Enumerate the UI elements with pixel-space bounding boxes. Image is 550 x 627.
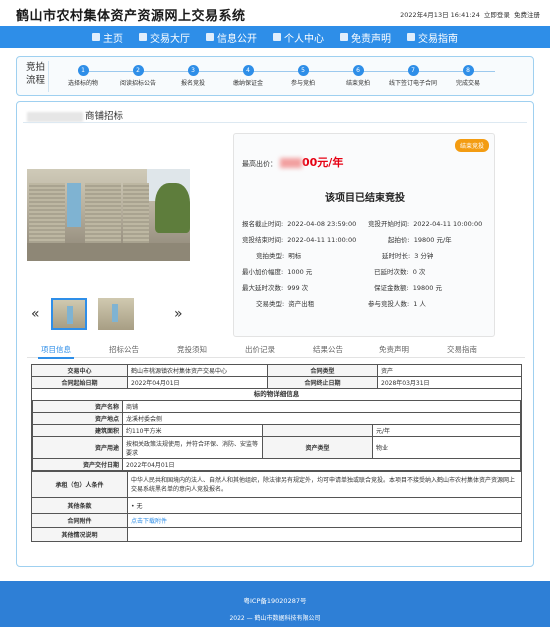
copyright: 2022 — 鹤山市数据科技有限公司 <box>229 615 321 622</box>
nav-item-guide[interactable]: 交易指南 <box>407 30 458 45</box>
detail-item: 交易类型: 资产出租 <box>256 300 315 308</box>
redacted-name <box>27 111 83 122</box>
property-photo <box>27 169 190 261</box>
table-row: 交易中心 鹤山市桃源镇农村集体资产交易中心 合同类型 资产 <box>31 364 522 377</box>
top-bar: 鹤山市农村集体资产资源网上交易系统 2022年4月13日 16:41:24 立即… <box>0 0 550 26</box>
process-step: 2 阅读招标公告 <box>119 65 156 87</box>
property-detail: 商铺招标 « » 结束竞投 最高出价： 00元/年 该项目已结束竞投 报名截止时间… <box>16 101 534 567</box>
process-step: 5 参与竞拍 <box>290 65 315 87</box>
tab-disclaimer[interactable]: 免责声明 <box>379 344 409 355</box>
nav-item-info[interactable]: 信息公开 <box>206 30 257 45</box>
bid-process: 竞拍流程 1 选择标的物 2 阅读招标公告 3 报名竞投 4 缴纳保证金 5 参与竞拍 6… <box>16 56 534 96</box>
detail-item: 已延时次数: 0 次 <box>374 268 426 276</box>
process-steps: 1 选择标的物 2 阅读招标公告 3 报名竞投 4 缴纳保证金 5 参与竞拍 6 结束竞拍 … <box>57 57 529 97</box>
table-row: 承租（包）人条件 中华人民共和国境内的法人、自然人和其他组织，除法律另有规定外，… <box>31 471 522 498</box>
hall-icon <box>139 33 147 41</box>
redacted-price <box>280 158 302 168</box>
table-row: 资产地点 龙溪村委会侧 <box>32 412 522 425</box>
footer: 粤ICP备19020287号 2022 — 鹤山市数据科技有限公司 <box>0 581 550 627</box>
detail-item: 竞投结束时间: 2022-04-11 11:00:00 <box>242 236 357 244</box>
datetime: 2022年4月13日 16:41:24 <box>400 11 480 19</box>
login-link[interactable]: 立即登录 <box>484 11 510 19</box>
nav-item-statement[interactable]: 免责声明 <box>340 30 391 45</box>
process-step: 3 报名竞投 <box>180 65 205 87</box>
process-step: 8 完成交易 <box>455 65 480 87</box>
asset-detail-table: 资产名称 商铺 资产地点 龙溪村委会侧 建筑面积 约110平方米 元/年 资产用… <box>32 400 522 471</box>
table-row: 建筑面积 约110平方米 元/年 <box>32 424 522 437</box>
table-row: 资产用途 按相关政策法规使用，并符合环保、消防、安监等要求 资产类型 物业 <box>32 436 522 459</box>
nav-item-home[interactable]: 主页 <box>92 30 123 45</box>
bid-status: 该项目已结束竞投 <box>325 193 405 204</box>
icp-number: 粤ICP备19020287号 <box>243 597 307 605</box>
highest-bid: 最高出价： 00元/年 <box>242 156 344 169</box>
table-row: 资产名称 商铺 <box>32 400 522 413</box>
project-info-table: 交易中心 鹤山市桃源镇农村集体资产交易中心 合同类型 资产 合同起始日期 202… <box>31 364 522 542</box>
bid-info-panel: 结束竞投 最高出价： 00元/年 该项目已结束竞投 报名截止时间: 2022-04-… <box>233 133 495 337</box>
download-attachment-link[interactable]: 点击下载附件 <box>131 518 167 525</box>
statement-icon <box>340 33 348 41</box>
process-label: 竞拍流程 <box>23 61 49 92</box>
status-badge: 结束竞投 <box>454 139 489 152</box>
section-title: 标的物详细信息 <box>253 390 300 398</box>
nav-item-hall[interactable]: 交易大厅 <box>139 30 190 45</box>
tab-bid-rules[interactable]: 竞投须知 <box>177 344 207 355</box>
table-row: 资产交付日期 2022年04月01日 <box>32 458 522 471</box>
register-link[interactable]: 免费注册 <box>514 11 540 19</box>
next-arrow-icon[interactable]: » <box>174 306 183 322</box>
detail-item: 竞投开始时间: 2022-04-11 10:00:00 <box>368 220 483 228</box>
photo-thumbnails: « » <box>27 298 190 332</box>
guide-icon <box>407 33 415 41</box>
detail-item: 最大延时次数: 999 次 <box>242 284 309 292</box>
detail-item: 延时时长: 3 分钟 <box>382 252 434 260</box>
nav-item-user[interactable]: 个人中心 <box>273 30 324 45</box>
detail-item: 参与竞投人数: 1 人 <box>368 300 426 308</box>
detail-item: 报名截止时间: 2022-04-08 23:59:00 <box>242 220 357 228</box>
property-title: 商铺招标 <box>27 108 123 122</box>
site-title: 鹤山市农村集体资产资源网上交易系统 <box>16 9 246 24</box>
user-icon <box>273 33 281 41</box>
tab-result-notice[interactable]: 结果公告 <box>313 344 343 355</box>
process-step: 7 线下签订电子合同 <box>388 65 437 87</box>
table-row: 合同附件 点击下载附件 <box>31 513 522 528</box>
info-icon <box>206 33 214 41</box>
tab-project-info[interactable]: 项目信息 <box>38 344 74 359</box>
divider <box>23 122 527 123</box>
detail-item: 竞拍类型: 明标 <box>256 252 302 260</box>
tab-bid-records[interactable]: 出价记录 <box>245 344 275 355</box>
tab-trade-guide[interactable]: 交易指南 <box>447 344 477 355</box>
main-nav: 主页 交易大厅 信息公开 个人中心 免责声明 交易指南 <box>0 26 550 48</box>
process-step: 6 结束竞拍 <box>345 65 370 87</box>
thumbnail[interactable] <box>98 298 134 330</box>
tab-tender-notice[interactable]: 招标公告 <box>109 344 139 355</box>
table-row: 合同起始日期 2022年04月01日 合同终止日期 2028年03月31日 <box>31 376 522 389</box>
process-step: 4 缴纳保证金 <box>232 65 263 87</box>
process-step: 1 选择标的物 <box>67 65 98 87</box>
detail-tabs: 项目信息 招标公告 竞投须知 出价记录 结果公告 免责声明 交易指南 <box>27 344 525 359</box>
detail-item: 起拍价: 19800 元/年 <box>388 236 452 244</box>
table-row: 标的物详细信息 资产名称 商铺 资产地点 龙溪村委会侧 建筑面积 约110平方米 <box>31 388 522 472</box>
thumbnail[interactable] <box>51 298 87 330</box>
table-row: 其他情况说明 <box>31 527 522 542</box>
table-row: 其他条款 • 无 <box>31 497 522 514</box>
top-bar-right: 2022年4月13日 16:41:24 立即登录 免费注册 <box>400 9 540 19</box>
detail-item: 保证金数额: 19800 元 <box>374 284 442 292</box>
prev-arrow-icon[interactable]: « <box>31 306 40 322</box>
home-icon <box>92 33 100 41</box>
detail-item: 最小加价幅度: 1000 元 <box>242 268 313 276</box>
